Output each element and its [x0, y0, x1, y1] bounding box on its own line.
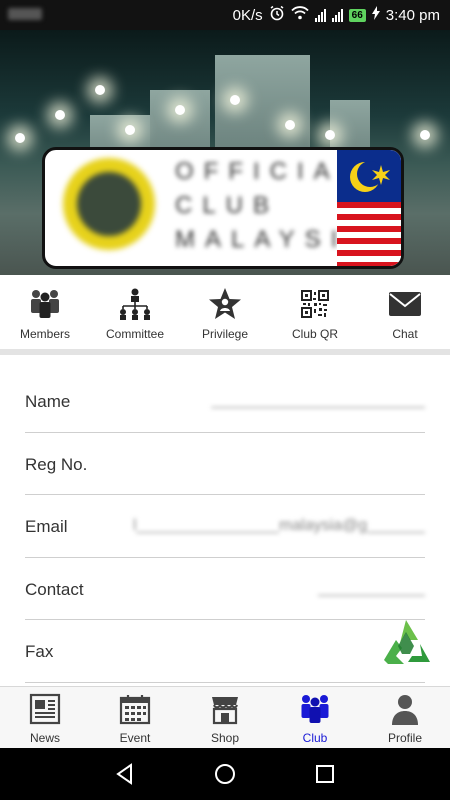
clock: 3:40 pm	[385, 6, 440, 24]
tab-label: Profile	[387, 731, 422, 745]
club-shortcuts: Members Committee Privilege Club QR Chat	[0, 275, 450, 347]
detail-row-email: Email l________________malaysia@g_______…	[25, 495, 425, 558]
qr-code-icon	[296, 287, 334, 321]
detail-value-blurred: l________________malaysia@g__________	[133, 517, 425, 534]
tab-news[interactable]: News	[0, 687, 90, 748]
notification-icons-blurred	[8, 8, 42, 20]
section-divider	[0, 349, 450, 355]
tab-label: Event	[119, 731, 151, 745]
shortcut-chat[interactable]: Chat	[360, 275, 450, 347]
shortcut-club-qr[interactable]: Club QR	[270, 275, 360, 347]
recycle-triangle-icon	[384, 620, 430, 664]
floating-action-button[interactable]	[380, 618, 432, 666]
committee-icon	[116, 287, 154, 321]
tab-label: Club	[302, 731, 328, 745]
shortcut-label: Committee	[105, 327, 164, 341]
detail-label: Name	[25, 392, 71, 411]
tab-label: News	[29, 731, 60, 745]
person-icon	[388, 693, 422, 725]
detail-row-contact: Contact ____________	[25, 558, 425, 620]
battery-icon: 66	[348, 8, 366, 22]
home-circle-icon	[215, 764, 235, 784]
detail-label: Reg No.	[25, 454, 88, 474]
charging-icon	[371, 6, 380, 24]
detail-label: Contact	[25, 579, 84, 599]
tab-profile[interactable]: Profile	[360, 687, 450, 748]
tab-shop[interactable]: Shop	[180, 687, 270, 748]
club-logo: OFFICIAL CLUB MALAYSIA	[42, 147, 404, 269]
detail-row-name: Name ________________________	[25, 370, 425, 433]
tab-event[interactable]: Event	[90, 687, 180, 748]
shortcut-committee[interactable]: Committee	[90, 275, 180, 347]
members-icon	[26, 287, 64, 321]
tab-club[interactable]: Club	[270, 687, 360, 748]
signal-icon	[314, 8, 326, 22]
shop-icon	[208, 693, 242, 725]
shortcut-privilege[interactable]: Privilege	[180, 275, 270, 347]
detail-value-blurred: ____________	[318, 579, 425, 597]
detail-label: Fax	[25, 642, 54, 661]
shortcut-members[interactable]: Members	[0, 275, 90, 347]
home-button[interactable]	[210, 759, 240, 789]
newspaper-icon	[28, 693, 62, 725]
club-name-logo-blurred: OFFICIAL CLUB MALAYSIA	[175, 158, 345, 253]
detail-row-fax: Fax	[25, 620, 425, 683]
bottom-tab-bar: News Event Shop Club Profile	[0, 686, 450, 748]
detail-value-blurred: ________________________	[211, 392, 425, 409]
shortcut-label: Members	[19, 327, 70, 341]
wifi-icon	[291, 6, 309, 24]
tab-label: Shop	[210, 731, 240, 745]
shortcut-label: Privilege	[201, 327, 249, 341]
club-profile-details: Name ________________________ Reg No. Em…	[25, 370, 425, 683]
recents-square-icon	[316, 765, 334, 783]
malaysia-flag-icon	[337, 150, 401, 266]
shortcut-label: Club QR	[291, 327, 338, 341]
back-button[interactable]	[110, 759, 140, 789]
shortcut-label: Chat	[392, 327, 418, 341]
detail-label: Email	[25, 517, 68, 536]
club-banner: OFFICIAL CLUB MALAYSIA	[0, 30, 450, 275]
signal-icon-2	[331, 8, 343, 22]
privilege-star-icon	[206, 287, 244, 321]
alarm-icon	[269, 5, 285, 25]
envelope-icon	[386, 287, 424, 321]
system-navigation-bar	[0, 748, 450, 800]
club-members-icon	[298, 693, 332, 725]
detail-row-reg-no: Reg No.	[25, 433, 425, 495]
recents-button[interactable]	[310, 759, 340, 789]
net-speed: 0K/s	[232, 6, 263, 24]
club-emblem-blurred	[63, 158, 155, 250]
back-triangle-icon	[116, 763, 132, 785]
status-bar: 0K/s 66 3:40 pm	[0, 0, 450, 30]
calendar-icon	[118, 693, 152, 725]
